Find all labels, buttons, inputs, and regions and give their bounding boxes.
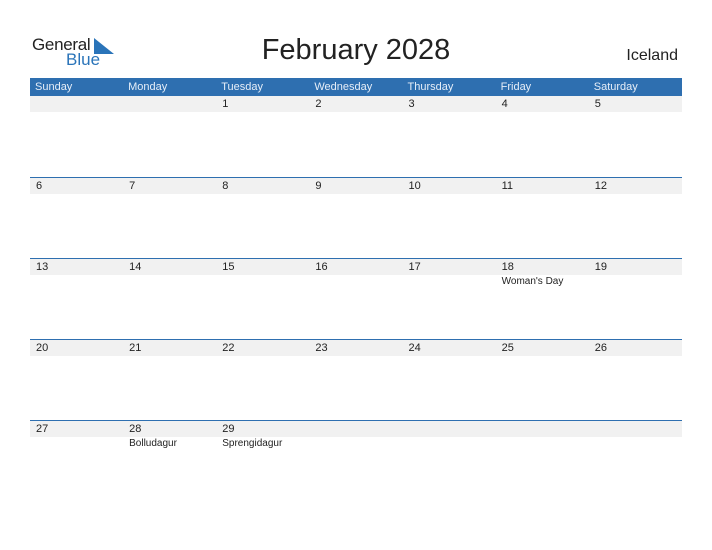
day-number — [496, 421, 589, 437]
weekday-monday: Monday — [128, 81, 168, 93]
day-number: 15 — [222, 261, 235, 273]
day-number: 19 — [594, 261, 607, 273]
week-row: 27 28 29 Bolludagur Sprengidagur — [30, 420, 682, 501]
holiday-label — [589, 437, 682, 451]
day-number: 5 — [594, 98, 601, 110]
week-row: 20 21 22 23 24 25 26 — [30, 339, 682, 420]
day-number: 22 — [222, 342, 235, 354]
holiday-label — [403, 437, 496, 451]
day-number: 2 — [315, 98, 322, 110]
day-number: 23 — [315, 342, 328, 354]
date-row: 20 21 22 23 24 25 26 — [30, 340, 682, 356]
weekday-sunday: Sunday — [35, 81, 73, 93]
day-number — [309, 421, 402, 437]
weekday-wednesday: Wednesday — [314, 81, 373, 93]
day-number: 27 — [36, 423, 49, 435]
day-number: 25 — [501, 342, 514, 354]
holiday-label — [30, 437, 123, 451]
calendar-grid: Sunday Monday Tuesday Wednesday Thursday… — [30, 78, 682, 501]
day-number: 9 — [315, 180, 322, 192]
day-number — [30, 96, 123, 112]
holiday-label — [123, 275, 216, 289]
day-number: 24 — [408, 342, 421, 354]
day-number: 16 — [315, 261, 328, 273]
day-number — [589, 421, 682, 437]
day-number: 17 — [408, 261, 421, 273]
page-title: February 2028 — [261, 34, 451, 66]
day-number — [123, 96, 216, 112]
week-row: 6 7 8 9 10 11 12 — [30, 177, 682, 258]
day-number: 11 — [501, 180, 514, 192]
day-number: 6 — [36, 180, 43, 192]
weekday-friday: Friday — [500, 81, 532, 93]
day-number: 26 — [594, 342, 607, 354]
day-number: 28 — [129, 423, 142, 435]
weekday-saturday: Saturday — [593, 81, 638, 93]
day-number: 4 — [501, 98, 508, 110]
day-number: 20 — [36, 342, 49, 354]
day-number: 13 — [36, 261, 49, 273]
day-number: 12 — [594, 180, 607, 192]
week-row: 1 2 3 4 5 — [30, 96, 682, 177]
holiday-label — [496, 437, 589, 451]
date-row: 27 28 29 — [30, 421, 682, 437]
country-label: Iceland — [626, 47, 678, 64]
day-number: 1 — [222, 98, 229, 110]
day-number: 14 — [129, 261, 142, 273]
day-number: 29 — [222, 423, 235, 435]
day-number — [403, 421, 496, 437]
holiday-label — [30, 275, 123, 289]
day-number: 7 — [129, 180, 136, 192]
day-number: 8 — [222, 180, 229, 192]
day-number: 21 — [129, 342, 142, 354]
holiday-label — [309, 275, 402, 289]
holiday-label — [216, 275, 309, 289]
week-row: 13 14 15 16 17 18 19 Woman's Day — [30, 258, 682, 339]
holiday-label — [403, 275, 496, 289]
holiday-row: Bolludagur Sprengidagur — [30, 437, 682, 451]
date-row: 1 2 3 4 5 — [30, 96, 682, 112]
weekday-thursday: Thursday — [407, 81, 454, 93]
day-number: 10 — [408, 180, 421, 192]
day-number: 3 — [408, 98, 415, 110]
holiday-label — [589, 275, 682, 289]
day-number: 18 — [501, 261, 514, 273]
date-row: 13 14 15 16 17 18 19 — [30, 259, 682, 275]
date-row: 6 7 8 9 10 11 12 — [30, 178, 682, 194]
holiday-label: Woman's Day — [501, 276, 564, 287]
holiday-label: Sprengidagur — [222, 438, 283, 449]
weekday-tuesday: Tuesday — [221, 81, 264, 93]
holiday-label: Bolludagur — [129, 438, 177, 449]
holiday-row: Woman's Day — [30, 275, 682, 289]
holiday-label — [309, 437, 402, 451]
weekday-header: Sunday Monday Tuesday Wednesday Thursday… — [30, 78, 682, 96]
